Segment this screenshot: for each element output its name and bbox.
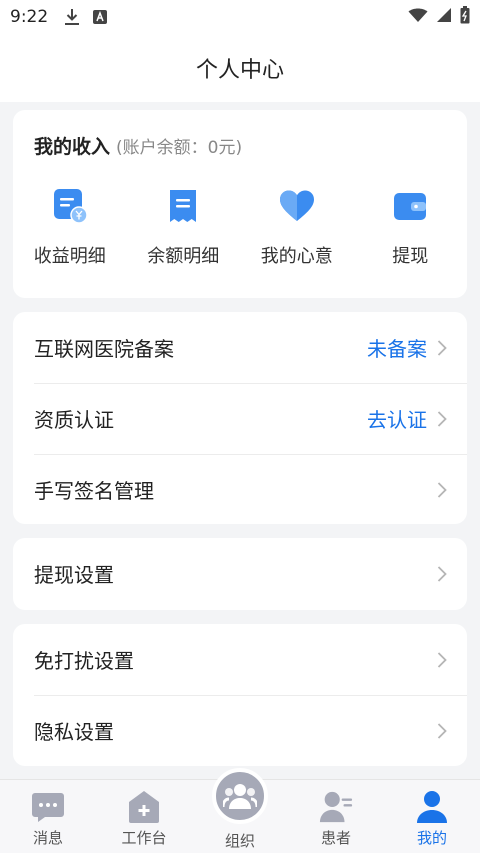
menu-item-privacy[interactable]: 隐私设置: [13, 695, 467, 766]
menu-item-signature[interactable]: 手写签名管理: [13, 454, 467, 525]
heart-icon: [279, 188, 315, 224]
page-title: 个人中心: [195, 58, 284, 83]
signal-icon: [436, 7, 452, 28]
tab-label: 组织: [224, 832, 255, 850]
menu-item-label: 提现设置: [34, 563, 114, 587]
menu-group-settings: 免打扰设置 隐私设置: [13, 624, 467, 766]
my-gratitude-label: 我的心意: [260, 246, 333, 267]
tab-messages[interactable]: 消息: [0, 780, 96, 853]
tab-patients[interactable]: 患者: [288, 780, 384, 853]
menu-item-hospital-registration[interactable]: 互联网医院备案 未备案: [13, 312, 467, 383]
registration-status: 未备案: [367, 337, 427, 361]
income-detail-button[interactable]: 收益明细: [13, 188, 127, 268]
income-title: 我的收入: [34, 136, 111, 158]
income-card: 我的收入 (账户余额：0元) 收益明细 余额明细 我的心意 提现: [13, 110, 467, 298]
profile-icon: [415, 790, 449, 824]
chevron-right-icon: [437, 410, 447, 428]
workbench-icon: [127, 790, 161, 824]
tab-organization[interactable]: 组织: [192, 768, 288, 853]
menu-group-registration: 互联网医院备案 未备案 资质认证 去认证 手写签名管理: [13, 312, 467, 524]
tab-label: 工作台: [121, 829, 167, 847]
status-time: 9:22: [10, 7, 49, 27]
wallet-icon: [392, 188, 428, 224]
tab-profile[interactable]: 我的: [384, 780, 480, 853]
balance-detail-label: 余额明细: [147, 246, 220, 267]
balance-detail-button[interactable]: 余额明细: [127, 188, 241, 268]
income-detail-icon: [52, 188, 88, 224]
withdraw-label: 提现: [392, 246, 429, 267]
withdraw-button[interactable]: 提现: [354, 188, 468, 268]
income-detail-label: 收益明细: [33, 246, 106, 267]
download-icon: [64, 8, 80, 26]
chevron-right-icon: [437, 565, 447, 583]
receipt-icon: [165, 188, 201, 224]
menu-item-do-not-disturb[interactable]: 免打扰设置: [13, 624, 467, 695]
menu-group-withdraw: 提现设置: [13, 538, 467, 610]
qualification-status: 去认证: [367, 408, 427, 432]
chevron-right-icon: [437, 481, 447, 499]
account-balance: (账户余额：0元): [116, 138, 243, 158]
menu-item-label: 互联网医院备案: [34, 337, 174, 361]
tab-label: 消息: [32, 829, 63, 847]
menu-item-label: 免打扰设置: [34, 649, 134, 673]
message-icon: [31, 790, 65, 824]
tab-workbench[interactable]: 工作台: [96, 780, 192, 853]
status-bar: 9:22: [0, 0, 480, 34]
income-grid: 收益明细 余额明细 我的心意 提现: [13, 188, 467, 268]
bottom-tab-bar: 消息 工作台 组织 患者 我的: [0, 768, 480, 853]
tab-label: 我的: [416, 829, 447, 847]
tab-label: 患者: [320, 829, 351, 847]
my-gratitude-button[interactable]: 我的心意: [240, 188, 354, 268]
menu-item-withdraw-settings[interactable]: 提现设置: [13, 538, 467, 609]
menu-item-label: 隐私设置: [34, 720, 114, 744]
app-notification-icon: [92, 9, 108, 25]
chevron-right-icon: [437, 722, 447, 740]
wifi-icon: [408, 7, 428, 28]
menu-item-qualification[interactable]: 资质认证 去认证: [13, 383, 467, 454]
organization-icon: [212, 768, 268, 824]
menu-item-label: 手写签名管理: [34, 479, 154, 503]
chevron-right-icon: [437, 651, 447, 669]
page-title-bar: 个人中心: [0, 34, 480, 102]
chevron-right-icon: [437, 339, 447, 357]
patient-icon: [319, 790, 353, 824]
income-header: 我的收入 (账户余额：0元): [34, 132, 242, 159]
menu-item-label: 资质认证: [34, 408, 114, 432]
battery-icon: [460, 5, 470, 29]
